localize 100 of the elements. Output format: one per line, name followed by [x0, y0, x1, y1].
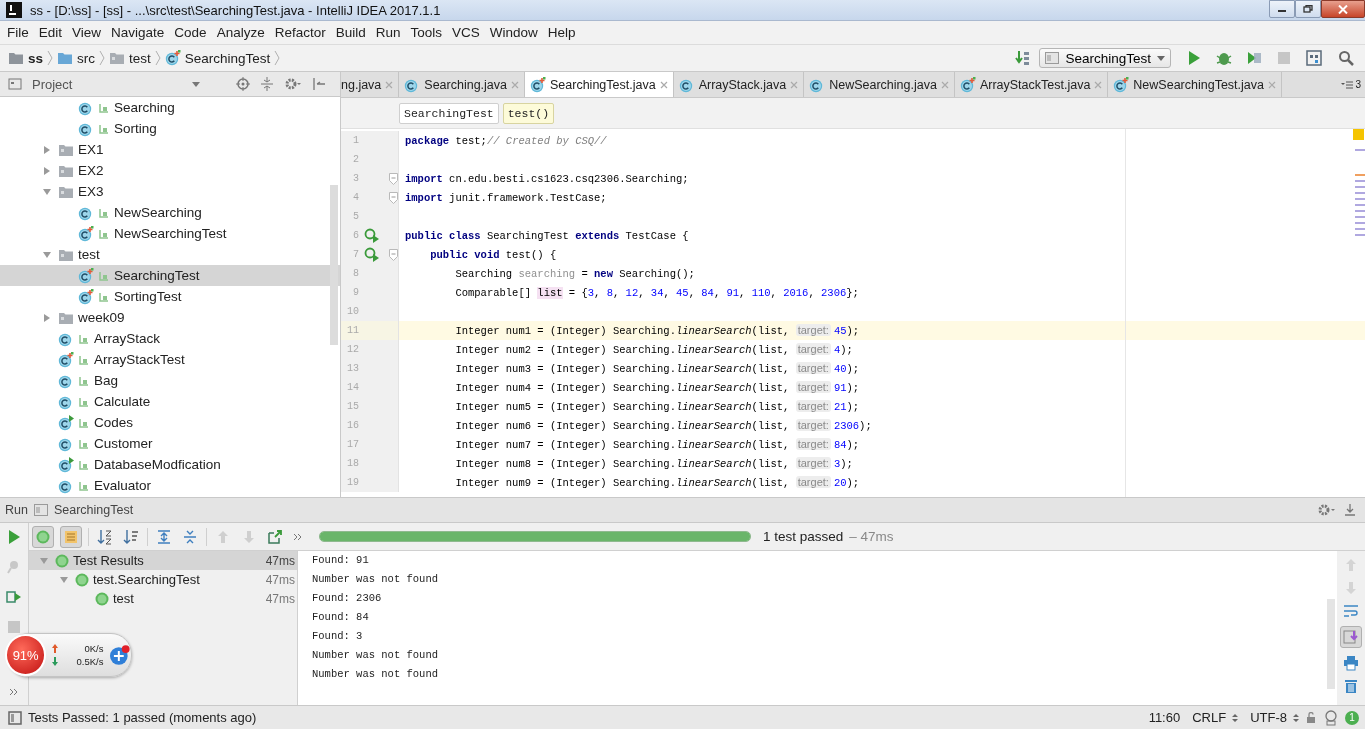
editor-tab[interactable]: ng.java — [341, 72, 400, 97]
show-passed-toggle[interactable] — [32, 525, 54, 548]
inspector-icon[interactable] — [1323, 709, 1339, 726]
tree-item[interactable]: Codes — [94, 415, 134, 430]
rerun-failed-icon[interactable] — [6, 589, 22, 605]
tree-item[interactable]: Searching — [114, 100, 175, 115]
editor-tab[interactable]: SearchingTest.java — [525, 72, 674, 97]
print-icon[interactable] — [1343, 655, 1359, 671]
expand-arrow-icon[interactable] — [59, 574, 69, 585]
soft-wrap-icon[interactable] — [1343, 603, 1359, 619]
breadcrumb-item[interactable]: test — [129, 50, 151, 66]
more-icon[interactable] — [293, 531, 303, 542]
collapse-arrow-icon[interactable] — [42, 312, 52, 323]
locate-icon[interactable] — [236, 77, 250, 91]
network-monitor-widget[interactable]: 91% 0K/s 0.5K/s — [8, 633, 132, 677]
menu-item[interactable]: Build — [330, 25, 371, 40]
scrollbar-thumb[interactable] — [330, 185, 338, 345]
tree-item[interactable]: EX2 — [78, 163, 104, 178]
collapse-arrow-icon[interactable] — [42, 165, 52, 176]
settings-icon[interactable] — [284, 77, 302, 91]
show-ignored-toggle[interactable] — [60, 525, 82, 548]
tree-item[interactable]: Calculate — [94, 394, 151, 409]
collapse-arrow-icon[interactable] — [42, 144, 52, 155]
test-result-item[interactable]: test.SearchingTest — [93, 572, 200, 587]
scrollbar-thumb[interactable] — [1327, 599, 1335, 689]
run-icon[interactable] — [1186, 50, 1202, 66]
menu-item[interactable]: Navigate — [106, 25, 170, 40]
structure-crumb[interactable]: test() — [502, 102, 555, 124]
dropdown-arrow-icon[interactable] — [192, 81, 200, 87]
menu-item[interactable]: Code — [169, 25, 212, 40]
hide-panel-icon[interactable] — [312, 77, 326, 91]
menu-item[interactable]: Edit — [33, 25, 68, 40]
hide-panel-icon[interactable] — [1343, 503, 1357, 517]
close-icon[interactable] — [659, 80, 668, 89]
run-test-icon[interactable] — [364, 246, 380, 263]
menu-item[interactable]: File — [2, 25, 34, 40]
tab-list-icon[interactable] — [1341, 79, 1354, 90]
maximize-button[interactable] — [1295, 0, 1321, 18]
tool-windows-icon[interactable] — [8, 710, 22, 725]
menu-item[interactable]: View — [67, 25, 107, 40]
test-result-item[interactable]: test — [113, 591, 134, 606]
stop-icon[interactable] — [6, 619, 22, 635]
project-structure-icon[interactable] — [1306, 50, 1324, 66]
rerun-icon[interactable] — [6, 529, 22, 545]
close-icon[interactable] — [511, 80, 519, 89]
close-icon[interactable] — [790, 80, 799, 89]
expand-arrow-icon[interactable] — [39, 555, 49, 566]
close-button[interactable] — [1321, 0, 1365, 18]
run-tab[interactable]: SearchingTest — [53, 503, 134, 517]
settings-icon[interactable] — [1317, 503, 1337, 517]
line-separator-selector[interactable]: CRLF — [1192, 710, 1227, 725]
menu-item[interactable]: VCS — [447, 25, 485, 40]
stop-icon[interactable] — [1276, 50, 1292, 66]
export-icon[interactable] — [267, 528, 283, 545]
tree-item[interactable]: week09 — [78, 310, 125, 325]
structure-crumb[interactable]: SearchingTest — [399, 102, 499, 124]
expand-arrow-icon[interactable] — [42, 186, 52, 197]
menu-item[interactable]: Analyze — [211, 25, 270, 40]
run-test-icon[interactable] — [364, 227, 380, 244]
tree-item[interactable]: SearchingTest — [114, 268, 200, 283]
tree-item[interactable]: Sorting — [114, 121, 157, 136]
breadcrumb-item[interactable]: ss — [28, 50, 44, 66]
editor-tab[interactable]: NewSearchingTest.java — [1108, 72, 1282, 97]
tree-item[interactable]: ArrayStackTest — [94, 352, 185, 367]
tree-item[interactable]: test — [78, 247, 100, 262]
menu-item[interactable]: Refactor — [269, 25, 331, 40]
tree-item[interactable]: Customer — [94, 436, 153, 451]
test-result-item[interactable]: Test Results — [73, 553, 144, 568]
tree-item[interactable]: EX3 — [78, 184, 104, 199]
expand-all-icon[interactable] — [156, 528, 172, 545]
build-icon[interactable] — [1015, 50, 1032, 66]
breadcrumb-item[interactable]: src — [77, 50, 96, 66]
tree-item[interactable]: ArrayStack — [94, 331, 161, 346]
sort-by-duration-icon[interactable] — [123, 528, 139, 545]
coverage-icon[interactable] — [1246, 50, 1262, 66]
menu-item[interactable]: Window — [484, 25, 543, 40]
scroll-to-end-toggle[interactable] — [1340, 626, 1362, 648]
tree-item[interactable]: Evaluator — [94, 478, 152, 493]
debug-icon[interactable] — [1216, 50, 1232, 66]
tree-item[interactable]: SortingTest — [114, 289, 182, 304]
fold-marker-icon[interactable] — [389, 248, 398, 261]
close-icon[interactable] — [940, 80, 949, 89]
tree-item[interactable]: Bag — [94, 373, 119, 388]
menu-item[interactable]: Tools — [405, 25, 447, 40]
run-configuration-dropdown[interactable]: SearchingTest — [1039, 48, 1171, 68]
add-icon[interactable] — [109, 644, 131, 666]
close-icon[interactable] — [385, 80, 394, 89]
caret-position[interactable]: 11:60 — [1148, 710, 1181, 725]
expand-arrow-icon[interactable] — [42, 249, 52, 260]
tree-item[interactable]: NewSearching — [114, 205, 202, 220]
editor-tab[interactable]: ArrayStackTest.java — [954, 72, 1109, 97]
minimize-button[interactable] — [1269, 0, 1295, 18]
breadcrumb-item[interactable]: SearchingTest — [184, 50, 271, 66]
search-icon[interactable] — [1338, 50, 1354, 66]
tree-item[interactable]: DatabaseModfication — [94, 457, 221, 472]
more-icon[interactable] — [9, 687, 19, 697]
sort-alphabetically-icon[interactable] — [97, 528, 113, 545]
editor-tab[interactable]: ArrayStack.java — [673, 72, 805, 97]
editor-tab[interactable]: NewSearching.java — [804, 72, 955, 97]
collapse-all-icon[interactable] — [182, 528, 198, 545]
